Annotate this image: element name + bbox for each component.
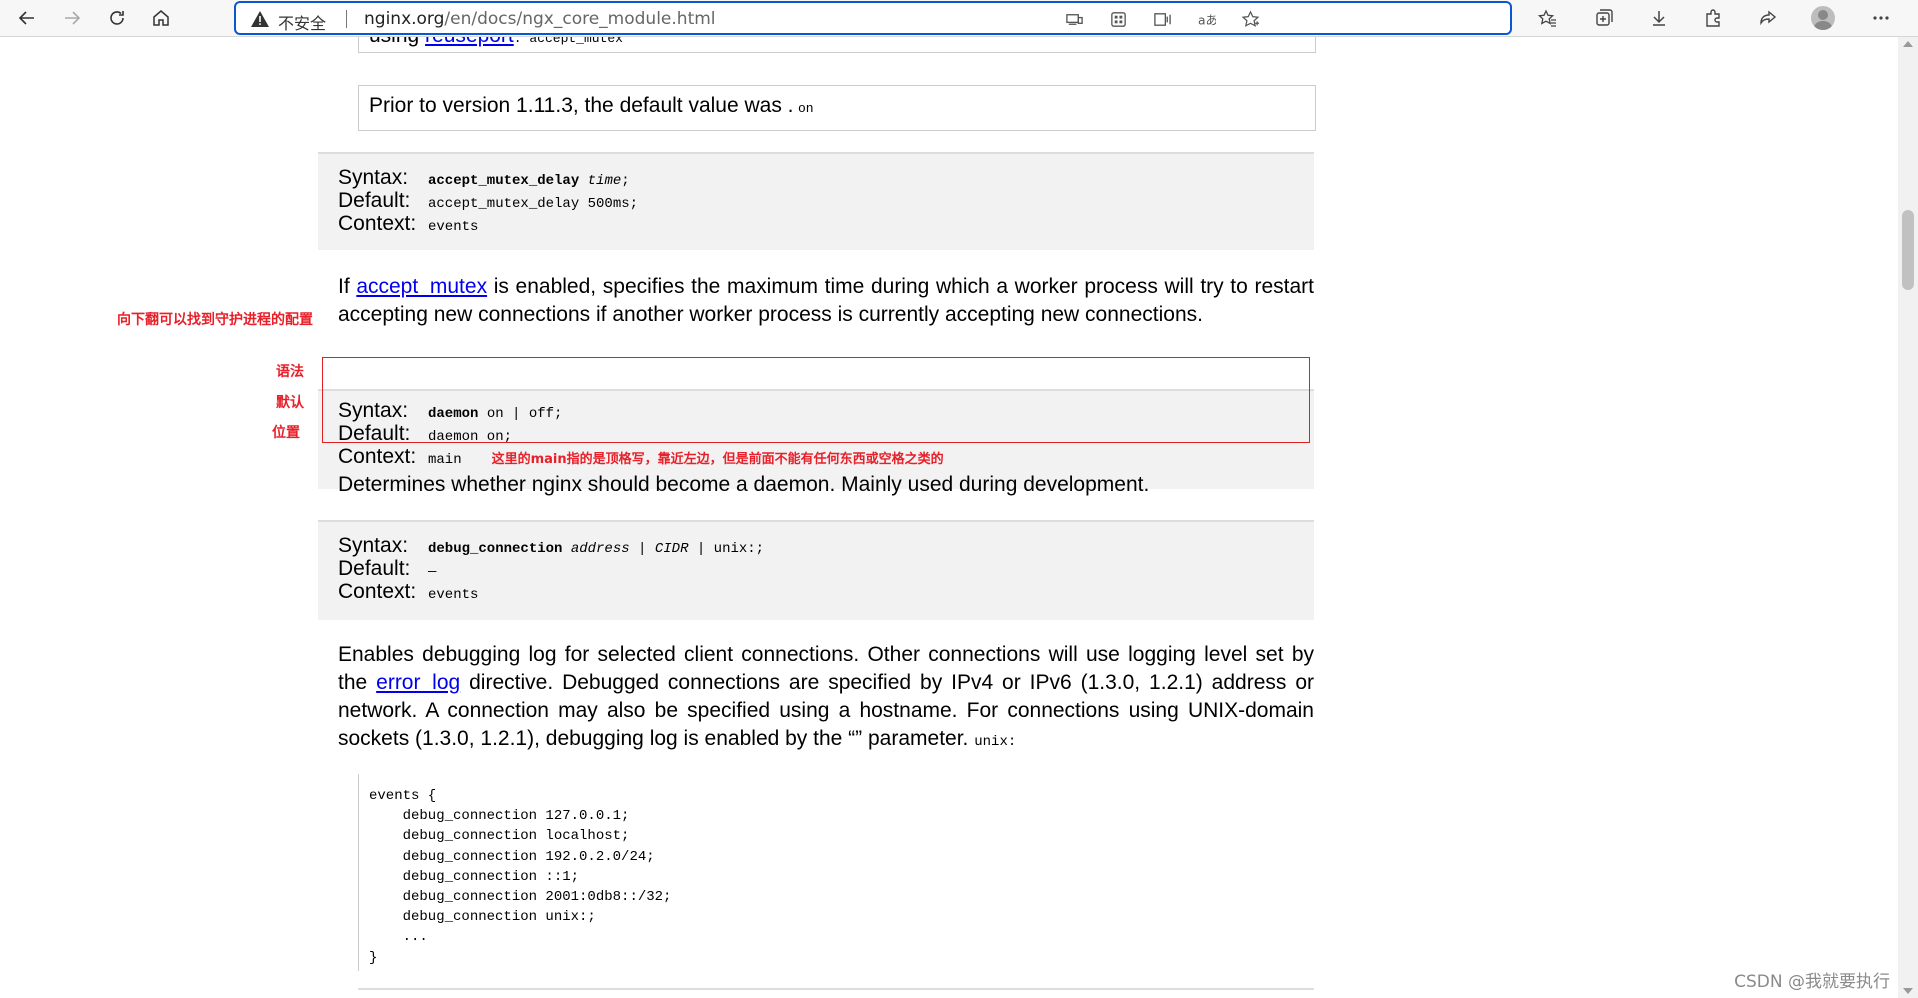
scroll-thumb[interactable]: [1902, 210, 1914, 290]
context-main: main: [428, 452, 462, 468]
note-version: Prior to version 1.11.3, the default val…: [358, 85, 1316, 131]
watermark: CSDN @我就要执行: [1734, 972, 1890, 992]
scroll-down-arrow-icon[interactable]: [1903, 988, 1913, 994]
syntax-value: debug_connection address | CIDR | unix:;: [428, 534, 764, 557]
paragraph-accept-mutex-delay: If accept_mutex is enabled, specifies th…: [338, 273, 1314, 329]
section-divider: [358, 988, 1314, 990]
home-icon[interactable]: [147, 4, 175, 32]
favorites-icon[interactable]: [1533, 4, 1561, 32]
context-value: events: [428, 219, 479, 235]
insecure-label[interactable]: 不安全: [278, 10, 326, 34]
extensions-icon[interactable]: [1699, 4, 1727, 32]
address-separator: [346, 10, 347, 28]
vertical-scrollbar[interactable]: [1898, 37, 1918, 998]
paragraph-daemon: Determines whether nginx should become a…: [338, 473, 1150, 496]
directive-arg: time: [587, 173, 622, 189]
para3-b: directive. Debugged connections are spec…: [338, 671, 1314, 750]
back-arrow-icon[interactable]: [13, 4, 41, 32]
address-bar[interactable]: 不安全 nginx.org/en/docs/ngx_core_module.ht…: [234, 1, 1512, 35]
para3-code: unix:: [974, 734, 1017, 750]
url-host: nginx.org: [364, 9, 445, 29]
note-version-text: Prior to version 1.11.3, the default val…: [369, 94, 794, 117]
context-label: Context:: [338, 212, 417, 235]
device-icon[interactable]: [1062, 7, 1086, 31]
context-value: events: [428, 587, 479, 603]
directive-arg2: CIDR: [654, 541, 689, 557]
syntax-value: accept_mutex_delay time;: [428, 166, 638, 189]
annotation-syntax: 语法: [276, 364, 304, 380]
para1-pre: If: [338, 275, 350, 298]
browser-toolbar: 不安全 nginx.org/en/docs/ngx_core_module.ht…: [0, 0, 1918, 37]
url-text[interactable]: nginx.org/en/docs/ngx_core_module.html: [364, 9, 716, 29]
default-value: accept_mutex_delay 500ms;: [428, 196, 639, 212]
context-label: Context:: [338, 580, 417, 603]
context-label: Context:: [338, 445, 417, 468]
syntax-rest: | unix:;: [688, 541, 765, 557]
code-example: events { debug_connection 127.0.0.1; deb…: [358, 774, 1325, 971]
annotation-context: 位置: [272, 425, 300, 441]
warning-icon[interactable]: [250, 9, 270, 29]
apps-icon[interactable]: [1106, 7, 1130, 31]
syntax-label: Syntax:: [338, 534, 409, 557]
translate-icon[interactable]: aあ: [1194, 7, 1218, 31]
note-version-code: on: [797, 101, 814, 116]
note-reuseport-code: . accept_mutex: [513, 37, 623, 46]
forward-arrow-icon[interactable]: [58, 4, 86, 32]
syntax-sep: |: [629, 541, 655, 557]
directive-debug-connection: Syntax: debug_connection address | CIDR …: [318, 520, 1314, 620]
note-reuseport-text: using: [369, 37, 419, 47]
annotation-highlight-box: [322, 357, 1310, 443]
syntax-end: ;: [621, 173, 630, 189]
note-reuseport: using reuseport. accept_mutex: [358, 37, 1316, 53]
annotation-main-note: 这里的main指的是顶格写，靠近左边，但是前面不能有任何东西或空格之类的: [491, 452, 944, 467]
error-log-link[interactable]: error_log: [376, 671, 460, 694]
syntax-label: Syntax:: [338, 166, 409, 189]
paragraph-debug-connection: Enables debugging log for selected clien…: [338, 641, 1314, 756]
annotation-scroll-hint: 向下翻可以找到守护进程的配置: [117, 312, 313, 328]
default-label: Default:: [338, 557, 411, 580]
scroll-up-arrow-icon[interactable]: [1903, 41, 1913, 47]
download-icon[interactable]: [1645, 4, 1673, 32]
profile-avatar[interactable]: [1811, 6, 1835, 30]
collections-icon[interactable]: [1590, 4, 1618, 32]
more-icon[interactable]: [1867, 4, 1895, 32]
annotation-default: 默认: [276, 395, 304, 411]
accept-mutex-link[interactable]: accept_mutex: [356, 275, 487, 298]
directive-arg1: address: [570, 541, 630, 557]
reuseport-link[interactable]: reuseport: [425, 37, 514, 47]
share-icon[interactable]: [1754, 4, 1782, 32]
directive-name: debug_connection: [428, 541, 563, 557]
default-label: Default:: [338, 189, 411, 212]
page-viewport: using reuseport. accept_mutex Prior to v…: [0, 37, 1898, 998]
default-value: —: [428, 564, 437, 580]
read-aloud-icon[interactable]: [1150, 7, 1174, 31]
add-favorite-icon[interactable]: [1238, 7, 1262, 31]
directive-name: accept_mutex_delay: [428, 173, 580, 189]
url-path: /en/docs/ngx_core_module.html: [444, 9, 716, 29]
refresh-icon[interactable]: [103, 4, 131, 32]
context-value: main 这里的main指的是顶格写，靠近左边，但是前面不能有任何东西或空格之类的: [428, 445, 944, 468]
svg-text:aあ: aあ: [1197, 13, 1215, 27]
directive-accept-mutex-delay: Syntax: accept_mutex_delay time; Default…: [318, 152, 1314, 250]
